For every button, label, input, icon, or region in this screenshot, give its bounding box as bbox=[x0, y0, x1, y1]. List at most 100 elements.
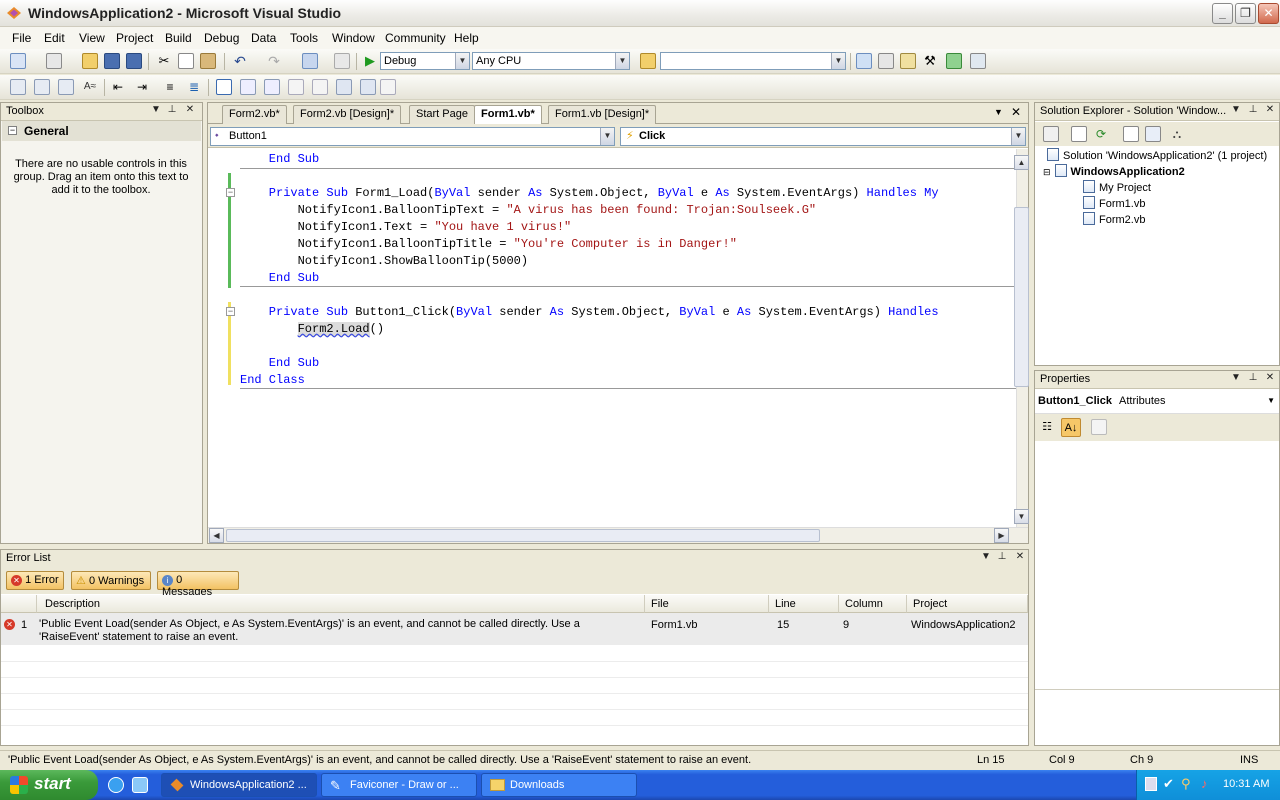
open-file-icon[interactable] bbox=[82, 53, 98, 69]
collapse-icon[interactable]: − bbox=[226, 188, 235, 197]
menu-build[interactable]: Build bbox=[165, 31, 192, 45]
taskbar-item-visual-studio[interactable]: WindowsApplication2 ... bbox=[161, 773, 317, 797]
save-icon[interactable] bbox=[104, 53, 120, 69]
new-project-icon[interactable] bbox=[10, 53, 26, 69]
redo-icon[interactable]: ↷ bbox=[266, 53, 282, 69]
display-quick-info-icon[interactable] bbox=[58, 79, 74, 95]
start-page-icon[interactable] bbox=[946, 53, 962, 69]
categorized-icon[interactable]: ☷ bbox=[1039, 419, 1055, 435]
close-icon[interactable]: ✕ bbox=[183, 104, 197, 115]
menu-edit[interactable]: Edit bbox=[44, 31, 65, 45]
start-button[interactable]: start bbox=[0, 770, 98, 800]
tree-item-form1[interactable]: Form1.vb bbox=[1083, 196, 1145, 210]
menu-project[interactable]: Project bbox=[116, 31, 153, 45]
previous-bookmark-icon[interactable] bbox=[240, 79, 256, 95]
maximize-button[interactable]: ❐ bbox=[1235, 3, 1256, 24]
code-line[interactable]: NotifyIcon1.BalloonTipText = "A virus ha… bbox=[240, 202, 817, 219]
minimize-button[interactable]: _ bbox=[1212, 3, 1233, 24]
menu-tools[interactable]: Tools bbox=[290, 31, 318, 45]
scroll-up-icon[interactable]: ▲ bbox=[1014, 155, 1029, 170]
errors-filter-button[interactable]: ✕ 1 Error bbox=[6, 571, 64, 590]
close-icon[interactable]: ✕ bbox=[1263, 372, 1277, 383]
tab-form1-vb[interactable]: Form1.vb* bbox=[474, 105, 542, 125]
tab-start-page[interactable]: Start Page bbox=[409, 105, 475, 124]
object-browser-icon[interactable] bbox=[900, 53, 916, 69]
collapse-icon[interactable]: − bbox=[8, 126, 17, 135]
code-line[interactable]: Private Sub Button1_Click(ByVal sender A… bbox=[240, 304, 939, 321]
taskbar-item-downloads[interactable]: Downloads bbox=[481, 773, 637, 797]
table-row[interactable]: ✕ 1 'Public Event Load(sender As Object,… bbox=[1, 613, 1028, 645]
view-designer-icon[interactable] bbox=[1145, 126, 1161, 142]
antivirus-icon[interactable]: ✔ bbox=[1163, 776, 1174, 792]
properties-icon[interactable] bbox=[1043, 126, 1059, 142]
scroll-left-icon[interactable]: ◀ bbox=[209, 528, 224, 543]
show-all-files-icon[interactable] bbox=[1071, 126, 1087, 142]
code-line[interactable]: Private Sub Form1_Load(ByVal sender As S… bbox=[240, 185, 939, 202]
start-debugging-icon[interactable]: ▶ bbox=[362, 53, 378, 69]
scroll-down-icon[interactable]: ▼ bbox=[1014, 509, 1029, 524]
chevron-down-icon[interactable]: ▼ bbox=[1267, 396, 1275, 405]
view-code-icon[interactable] bbox=[1123, 126, 1139, 142]
pin-icon[interactable]: ⊥ bbox=[995, 551, 1009, 562]
search-icon[interactable]: ⚲ bbox=[1181, 776, 1191, 792]
command-window-icon[interactable] bbox=[970, 53, 986, 69]
collapse-icon[interactable]: ⊟ bbox=[1043, 167, 1051, 177]
toolbox-icon[interactable]: ⚒ bbox=[922, 53, 938, 69]
tab-form1-design[interactable]: Form1.vb [Design]* bbox=[548, 105, 657, 124]
code-line[interactable]: NotifyIcon1.BalloonTipTitle = "You're Co… bbox=[240, 236, 737, 253]
tree-project[interactable]: ⊟ WindowsApplication2 bbox=[1043, 164, 1185, 178]
property-pages-icon[interactable] bbox=[1091, 419, 1107, 435]
column-header-project[interactable]: Project bbox=[907, 595, 1028, 613]
window-position-icon[interactable]: ▼ bbox=[1229, 372, 1243, 383]
internet-explorer-icon[interactable] bbox=[108, 777, 124, 793]
navigate-backward-icon[interactable] bbox=[302, 53, 318, 69]
tab-form2-vb[interactable]: Form2.vb* bbox=[222, 105, 287, 124]
window-position-icon[interactable]: ▼ bbox=[149, 104, 163, 115]
taskbar-item-faviconer[interactable]: ✎ Faviconer - Draw or ... bbox=[321, 773, 477, 797]
solution-configuration-combo[interactable]: Debug ▼ bbox=[380, 52, 470, 70]
cut-icon[interactable]: ✂ bbox=[156, 53, 172, 69]
method-name-combo[interactable]: ⚡ Click ▼ bbox=[620, 127, 1026, 146]
toolbox-group-general[interactable]: − General bbox=[2, 121, 201, 141]
close-button[interactable]: ✕ bbox=[1258, 3, 1279, 24]
comment-lines-icon[interactable]: ≡ bbox=[162, 79, 178, 95]
code-area[interactable]: − − End Sub Private Sub Form1_Load(ByVal… bbox=[208, 149, 1016, 527]
column-header-description[interactable]: Description bbox=[37, 595, 645, 613]
scroll-right-icon[interactable]: ▶ bbox=[994, 528, 1009, 543]
menu-data[interactable]: Data bbox=[251, 31, 276, 45]
alphabetical-icon[interactable]: A↓ bbox=[1061, 418, 1081, 437]
clear-bookmarks-icon[interactable] bbox=[380, 79, 396, 95]
uncomment-lines-icon[interactable]: ≣ bbox=[186, 79, 202, 95]
code-line[interactable]: End Sub bbox=[240, 151, 319, 168]
menu-file[interactable]: File bbox=[12, 31, 31, 45]
decrease-indent-icon[interactable]: ⇤ bbox=[110, 79, 126, 95]
column-header-file[interactable]: File bbox=[645, 595, 769, 613]
chevron-down-icon[interactable]: ▼ bbox=[615, 53, 629, 69]
show-desktop-icon[interactable] bbox=[132, 777, 148, 793]
chevron-down-icon[interactable]: ▼ bbox=[1011, 128, 1025, 145]
pin-icon[interactable]: ⊥ bbox=[1246, 104, 1260, 115]
previous-bookmark-in-folder-icon[interactable] bbox=[288, 79, 304, 95]
tree-solution[interactable]: Solution 'WindowsApplication2' (1 projec… bbox=[1047, 148, 1267, 162]
menu-help[interactable]: Help bbox=[454, 31, 479, 45]
code-line[interactable]: End Class bbox=[240, 372, 305, 389]
horizontal-scrollbar[interactable]: ◀ ▶ bbox=[208, 527, 1028, 543]
properties-object-combo[interactable]: Button1_Click Attributes ▼ bbox=[1035, 392, 1279, 412]
find-combo[interactable]: ▼ bbox=[660, 52, 846, 70]
toggle-bookmark-icon[interactable] bbox=[216, 79, 232, 95]
undo-icon[interactable]: ↶ bbox=[232, 53, 248, 69]
vertical-scroll-thumb[interactable] bbox=[1014, 207, 1029, 387]
warnings-filter-button[interactable]: ⚠ 0 Warnings bbox=[71, 571, 151, 590]
tree-item-my-project[interactable]: My Project bbox=[1083, 180, 1151, 194]
horizontal-scroll-thumb[interactable] bbox=[226, 529, 820, 542]
next-bookmark-icon[interactable] bbox=[264, 79, 280, 95]
class-name-combo[interactable]: ⬩ Button1 ▼ bbox=[210, 127, 615, 146]
messages-filter-button[interactable]: i 0 Messages bbox=[157, 571, 239, 598]
window-position-icon[interactable]: ▼ bbox=[1229, 104, 1243, 115]
previous-bookmark-in-document-icon[interactable] bbox=[336, 79, 352, 95]
view-class-diagram-icon[interactable]: ⛬ bbox=[1169, 126, 1185, 142]
window-position-icon[interactable]: ▼ bbox=[979, 551, 993, 562]
code-line[interactable]: End Sub bbox=[240, 270, 319, 287]
code-line[interactable]: Form2.Load() bbox=[240, 321, 384, 338]
network-icon[interactable] bbox=[1145, 777, 1157, 791]
